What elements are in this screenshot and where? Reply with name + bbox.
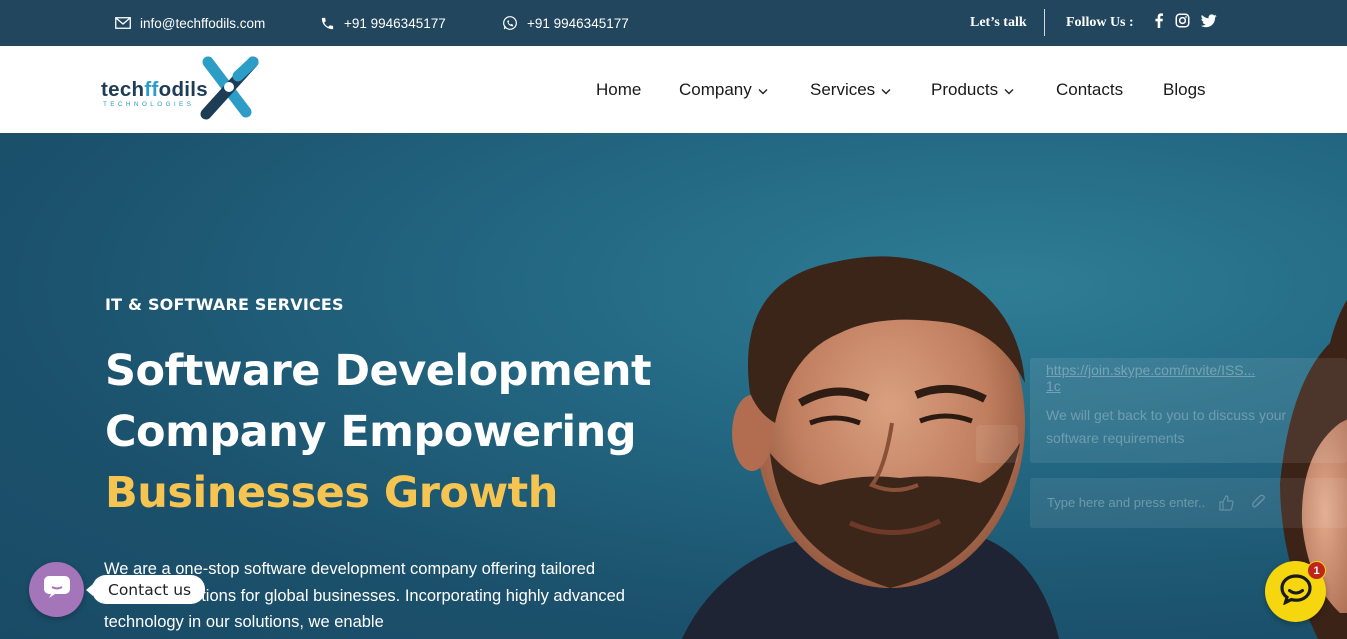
nav-home[interactable]: Home: [596, 46, 641, 133]
hero-headline: Software Development Company Empowering …: [105, 341, 652, 524]
logo-wordmark: techffodils: [101, 78, 208, 101]
follow-us-label: Follow Us :: [1066, 15, 1134, 30]
headline-line-1: Software Development: [105, 346, 652, 396]
mail-icon: [115, 17, 131, 29]
topbar-whatsapp[interactable]: +91 9946345177: [502, 0, 629, 46]
whatsapp-text[interactable]: +91 9946345177: [527, 16, 629, 31]
nav-company[interactable]: Company: [679, 46, 768, 133]
topbar-email[interactable]: info@techffodils.com: [115, 0, 265, 46]
nav-label[interactable]: Company: [679, 80, 752, 100]
headline-line-2: Company Empowering: [105, 407, 637, 457]
nav-blogs[interactable]: Blogs: [1163, 46, 1206, 133]
nav-contacts[interactable]: Contacts: [1056, 46, 1123, 133]
nav-label[interactable]: Blogs: [1163, 80, 1206, 100]
skype-chat-message: https://join.skype.com/invite/ISS... 1c W…: [1030, 358, 1347, 463]
facebook-icon[interactable]: [1154, 13, 1164, 33]
topbar-divider: [1044, 9, 1045, 36]
skype-invite-link[interactable]: https://join.skype.com/invite/ISS... 1c: [1046, 362, 1255, 394]
top-bar: info@techffodils.com +91 9946345177 +91 …: [0, 0, 1347, 46]
social-links: [1154, 0, 1217, 46]
skype-input-placeholder[interactable]: Type here and press enter..: [1047, 495, 1205, 510]
company-logo[interactable]: techffodils TECHNOLOGIES: [100, 56, 265, 124]
hero-section: IT & SOFTWARE SERVICES Software Developm…: [0, 133, 1347, 639]
chevron-down-icon[interactable]: [881, 80, 891, 100]
whatsapp-icon: [502, 15, 518, 31]
chat-notification-badge: 1: [1307, 561, 1326, 580]
nav-products[interactable]: Products: [931, 46, 1014, 133]
skype-chat-input[interactable]: Type here and press enter..: [1030, 478, 1347, 528]
logo-x-mark-icon: [200, 56, 259, 120]
email-text[interactable]: info@techffodils.com: [140, 16, 265, 31]
lets-talk-link[interactable]: Let’s talk: [970, 0, 1027, 46]
twitter-icon[interactable]: [1201, 13, 1217, 33]
topbar-phone[interactable]: +91 9946345177: [320, 0, 446, 46]
hero-eyebrow: IT & SOFTWARE SERVICES: [105, 295, 344, 314]
phone-icon: [320, 16, 335, 31]
phone-text[interactable]: +91 9946345177: [344, 16, 446, 31]
thumbs-up-icon[interactable]: [1218, 495, 1234, 516]
contact-us-label[interactable]: Contact us: [85, 575, 206, 604]
skype-message-text: We will get back to you to discuss your …: [1046, 407, 1287, 446]
chevron-down-icon[interactable]: [1004, 80, 1014, 100]
instagram-icon[interactable]: [1175, 13, 1190, 33]
nav-label[interactable]: Services: [810, 80, 875, 100]
nav-label[interactable]: Products: [931, 80, 998, 100]
skype-chat-avatar: [976, 425, 1018, 463]
attachment-icon[interactable]: [1250, 494, 1266, 517]
contact-us-button[interactable]: [29, 562, 84, 617]
logo-subtitle: TECHNOLOGIES: [103, 101, 195, 108]
headline-accent: Businesses Growth: [105, 468, 558, 518]
nav-services[interactable]: Services: [810, 46, 891, 133]
chat-bubble-icon: [43, 575, 71, 604]
nav-label[interactable]: Contacts: [1056, 80, 1123, 100]
nav-label[interactable]: Home: [596, 80, 641, 100]
chat-icon: [1279, 573, 1313, 610]
chevron-down-icon[interactable]: [758, 80, 768, 100]
site-header: techffodils TECHNOLOGIES Home Company Se…: [0, 46, 1347, 133]
